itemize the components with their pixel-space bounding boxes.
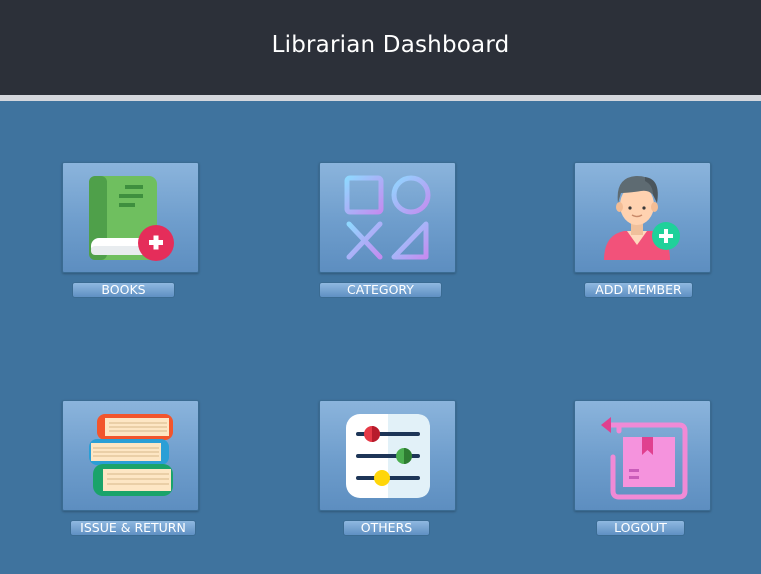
category-shapes-icon bbox=[344, 175, 431, 260]
header-bar: Librarian Dashboard bbox=[0, 0, 761, 95]
dashboard-page: Librarian Dashboard BOOKS CATEGORY ADD M… bbox=[0, 0, 761, 574]
book-stack-icon bbox=[89, 414, 173, 496]
issue-return-label-button[interactable]: ISSUE & RETURN bbox=[70, 520, 196, 536]
logout-label-button[interactable]: LOGOUT bbox=[596, 520, 685, 536]
settings-sliders-icon bbox=[346, 414, 430, 498]
logout-tile-button[interactable] bbox=[574, 400, 711, 511]
others-label-button[interactable]: OTHERS bbox=[343, 520, 430, 536]
category-tile-button[interactable] bbox=[319, 162, 456, 273]
others-tile-button[interactable] bbox=[319, 400, 456, 511]
book-add-icon bbox=[89, 176, 174, 261]
add-member-label-button[interactable]: ADD MEMBER bbox=[584, 282, 693, 298]
header-divider bbox=[0, 95, 761, 101]
category-label-button[interactable]: CATEGORY bbox=[319, 282, 442, 298]
books-tile-button[interactable] bbox=[62, 162, 199, 273]
page-title: Librarian Dashboard bbox=[271, 32, 510, 58]
books-label-button[interactable]: BOOKS bbox=[72, 282, 175, 298]
add-member-icon bbox=[604, 176, 680, 260]
issue-return-tile-button[interactable] bbox=[62, 400, 199, 511]
logout-box-icon bbox=[601, 417, 688, 500]
add-member-tile-button[interactable] bbox=[574, 162, 711, 273]
